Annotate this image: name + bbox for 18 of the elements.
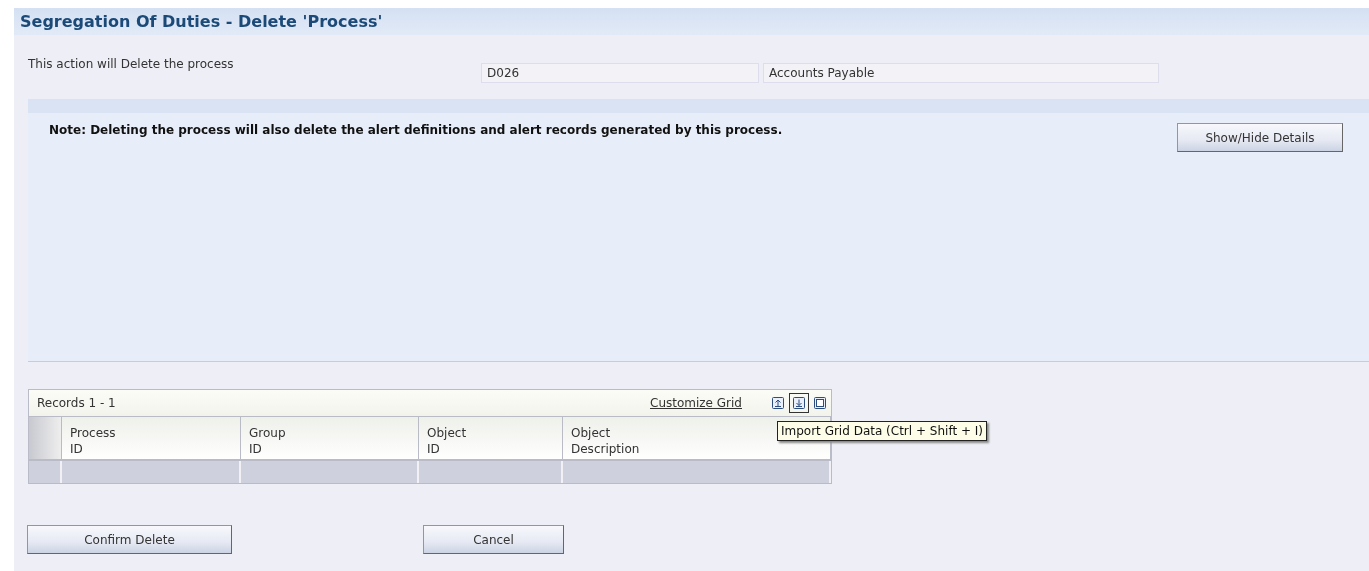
- upload-icon: [771, 396, 785, 410]
- column-header[interactable]: Group ID: [241, 417, 419, 461]
- grid-tool-button[interactable]: [789, 393, 809, 413]
- window-icon: [813, 396, 827, 410]
- tooltip: Import Grid Data (Ctrl + Shift + I): [777, 421, 987, 441]
- page-title: Segregation Of Duties - Delete 'Process': [14, 8, 1369, 35]
- column-header[interactable]: Object ID: [419, 417, 563, 461]
- process-id-field: D026: [481, 63, 759, 83]
- records-count: Records 1 - 1: [37, 396, 117, 410]
- download-icon: [792, 396, 806, 410]
- confirm-delete-button[interactable]: Confirm Delete: [27, 525, 232, 554]
- show-hide-details-button[interactable]: Show/Hide Details: [1177, 123, 1343, 152]
- action-label: This action will Delete the process: [28, 57, 235, 71]
- column-header[interactable]: Process ID: [62, 417, 241, 461]
- process-name-field: Accounts Payable: [763, 63, 1159, 83]
- customize-grid-link[interactable]: Customize Grid: [650, 396, 742, 410]
- note-text: Note: Deleting the process will also delete the alert definitions and alert records generated by this process.: [49, 123, 783, 137]
- cancel-button[interactable]: Cancel: [423, 525, 564, 554]
